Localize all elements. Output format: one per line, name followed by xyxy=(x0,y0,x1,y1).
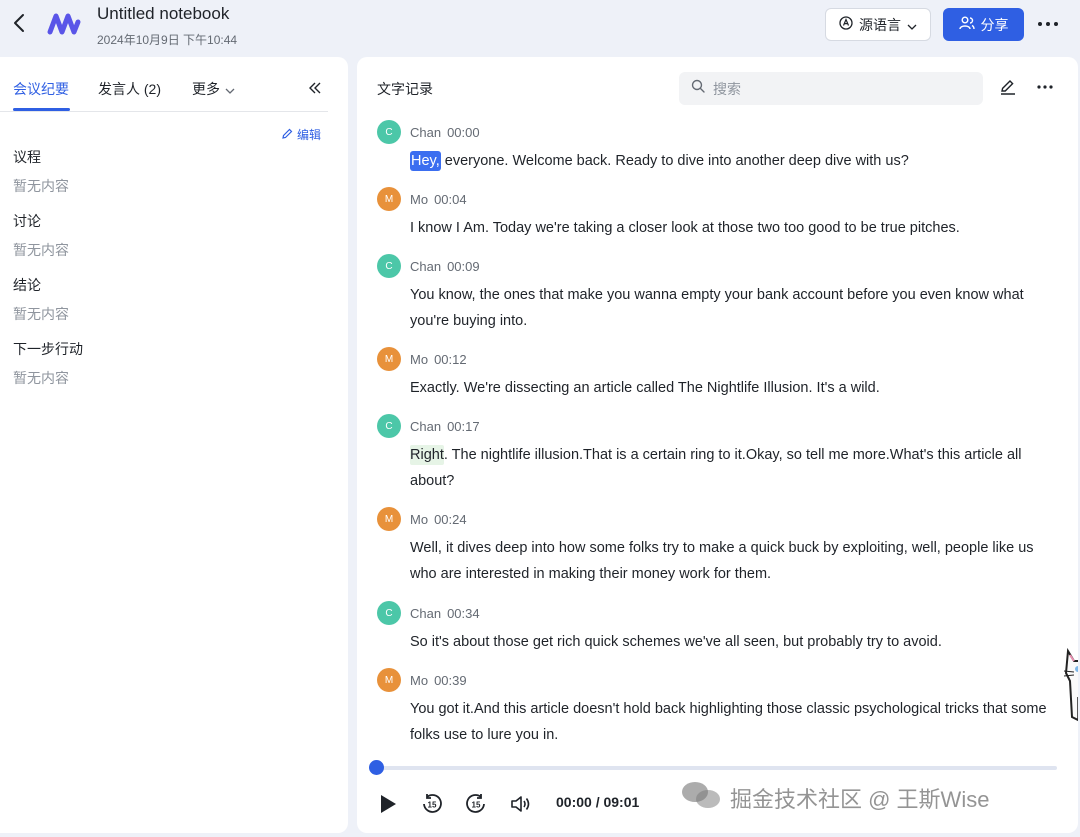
transcript-entry[interactable]: C Chan 00:34 So it's about those get ric… xyxy=(377,601,1057,655)
transcript-text: Well, it dives deep into how some folks … xyxy=(410,540,1034,582)
meeting-notes-panel: 会议纪要 发言人 (2) 更多 编辑 议程 暂无内容 讨论 暂无内容 结论 暂无… xyxy=(0,57,348,833)
transcript-text: I know I Am. Today we're taking a closer… xyxy=(410,220,960,236)
section-agenda-title: 议程 xyxy=(13,149,41,165)
more-options-icon[interactable] xyxy=(1034,77,1056,97)
speaker-name: Mo xyxy=(410,672,429,688)
watermark: 掘金技术社区 @ 王斯Wise xyxy=(680,779,989,817)
speaker-name: Chan xyxy=(410,258,442,274)
transcript-text: Right. The nightlife illusion.That is a … xyxy=(410,442,1050,494)
edit-label: 编辑 xyxy=(297,128,322,142)
tab-more[interactable]: 更多 xyxy=(192,79,235,99)
avatar: M xyxy=(377,668,401,692)
section-discussion-title: 讨论 xyxy=(13,213,41,229)
transcript-text: Hey, everyone. Welcome back. Ready to di… xyxy=(410,148,1050,174)
transcript-search xyxy=(679,72,983,105)
timestamp[interactable]: 00:34 xyxy=(447,606,480,621)
app-logo-icon xyxy=(46,10,82,38)
section-next-steps-title: 下一步行动 xyxy=(13,341,83,357)
chevron-down-icon xyxy=(225,81,235,97)
notebook-datetime: 2024年10月9日 下午10:44 xyxy=(97,33,238,47)
timestamp[interactable]: 00:24 xyxy=(434,512,467,527)
play-icon[interactable] xyxy=(375,791,401,817)
section-next-steps-empty: 暂无内容 xyxy=(13,370,69,386)
rewind-15-icon[interactable]: 15 xyxy=(419,791,445,817)
timestamp[interactable]: 00:39 xyxy=(434,673,467,688)
timestamp[interactable]: 00:12 xyxy=(434,352,467,367)
transcript-text: Exactly. We're dissecting an article cal… xyxy=(410,380,880,396)
timestamp[interactable]: 00:04 xyxy=(434,192,467,207)
avatar: C xyxy=(377,601,401,625)
transcript-entry[interactable]: M Mo 00:24 Well, it dives deep into how … xyxy=(377,507,1057,587)
timestamp[interactable]: 00:17 xyxy=(447,419,480,434)
section-agenda-empty: 暂无内容 xyxy=(13,178,69,194)
avatar: C xyxy=(377,254,401,278)
pen-icon[interactable] xyxy=(998,77,1018,97)
avatar: M xyxy=(377,507,401,531)
edit-notes-button[interactable]: 编辑 xyxy=(282,126,321,143)
transcript-text-rest: . The nightlife illusion.That is a certa… xyxy=(410,447,1022,489)
top-bar: Untitled notebook 2024年10月9日 下午10:44 源语言… xyxy=(0,0,1080,52)
share-label: 分享 xyxy=(980,16,1009,33)
transcript-entry[interactable]: C Chan 00:00 Hey, everyone. Welcome back… xyxy=(377,120,1057,174)
search-icon xyxy=(691,79,705,98)
chevron-down-icon xyxy=(907,17,917,33)
source-language-label: 源语言 xyxy=(859,16,901,33)
avatar: C xyxy=(377,120,401,144)
share-button[interactable]: 分享 xyxy=(943,8,1024,41)
transcript-entry[interactable]: M Mo 00:04 I know I Am. Today we're taki… xyxy=(377,187,1057,241)
transcript-text: You know, the ones that make you wanna e… xyxy=(410,287,1024,329)
playback-time: 00:00 / 09:01 xyxy=(556,794,640,810)
watermark-text: 掘金技术社区 @ 王斯Wise xyxy=(730,787,990,812)
tab-meeting-notes[interactable]: 会议纪要 xyxy=(13,79,69,99)
avatar: M xyxy=(377,347,401,371)
section-conclusion-title: 结论 xyxy=(13,277,41,293)
section-conclusion-empty: 暂无内容 xyxy=(13,306,69,322)
pixel-cat-sticker xyxy=(1060,647,1078,723)
speaker-name: Mo xyxy=(410,351,429,367)
current-word-highlight: Hey, xyxy=(410,151,441,171)
speaker-name: Chan xyxy=(410,418,442,434)
transcript-entry[interactable]: C Chan 00:17 Right. The nightlife illusi… xyxy=(377,414,1057,494)
transcript-text: You got it.And this article doesn't hold… xyxy=(410,701,1047,743)
language-icon xyxy=(839,16,853,33)
pencil-icon xyxy=(282,128,293,142)
speaker-name: Mo xyxy=(410,511,429,527)
transcript-text: So it's about those get rich quick schem… xyxy=(410,634,942,650)
transcript-entry[interactable]: C Chan 00:09 You know, the ones that mak… xyxy=(377,254,1057,334)
avatar: M xyxy=(377,187,401,211)
tab-speakers[interactable]: 发言人 (2) xyxy=(98,79,161,99)
users-icon xyxy=(958,16,975,33)
playback-progress-handle[interactable] xyxy=(369,760,384,775)
notebook-title: Untitled notebook xyxy=(97,4,230,23)
transcript-panel: 文字记录 C Chan 00:00 Hey, everyone. Welcome… xyxy=(357,57,1078,833)
tab-more-label: 更多 xyxy=(192,81,220,97)
source-language-button[interactable]: 源语言 xyxy=(825,8,931,41)
back-arrow-icon[interactable] xyxy=(8,10,30,36)
collapse-panel-icon[interactable] xyxy=(304,77,326,99)
speaker-name: Mo xyxy=(410,191,429,207)
forward-15-icon[interactable]: 15 xyxy=(463,791,489,817)
rewind-seconds-label: 15 xyxy=(428,801,437,810)
wechat-icon xyxy=(680,779,722,817)
search-input[interactable] xyxy=(713,80,963,97)
transcript-text-rest: everyone. Welcome back. Ready to dive in… xyxy=(440,153,909,169)
transcript-title: 文字记录 xyxy=(377,81,433,97)
transcript-entry[interactable]: M Mo 00:12 Exactly. We're dissecting an … xyxy=(377,347,1057,401)
timestamp[interactable]: 00:00 xyxy=(447,125,480,140)
avatar: C xyxy=(377,414,401,438)
more-options-icon[interactable] xyxy=(1034,12,1062,36)
volume-icon[interactable] xyxy=(508,791,534,817)
active-tab-indicator xyxy=(13,108,70,111)
section-discussion-empty: 暂无内容 xyxy=(13,242,69,258)
playback-progress-track[interactable] xyxy=(377,766,1057,770)
notes-tabs: 会议纪要 发言人 (2) 更多 xyxy=(0,57,328,112)
timestamp[interactable]: 00:09 xyxy=(447,259,480,274)
speaker-name: Chan xyxy=(410,605,442,621)
search-match-highlight: Right xyxy=(410,445,444,465)
transcript-entry[interactable]: M Mo 00:39 You got it.And this article d… xyxy=(377,668,1057,748)
forward-seconds-label: 15 xyxy=(472,801,481,810)
speaker-name: Chan xyxy=(410,124,442,140)
